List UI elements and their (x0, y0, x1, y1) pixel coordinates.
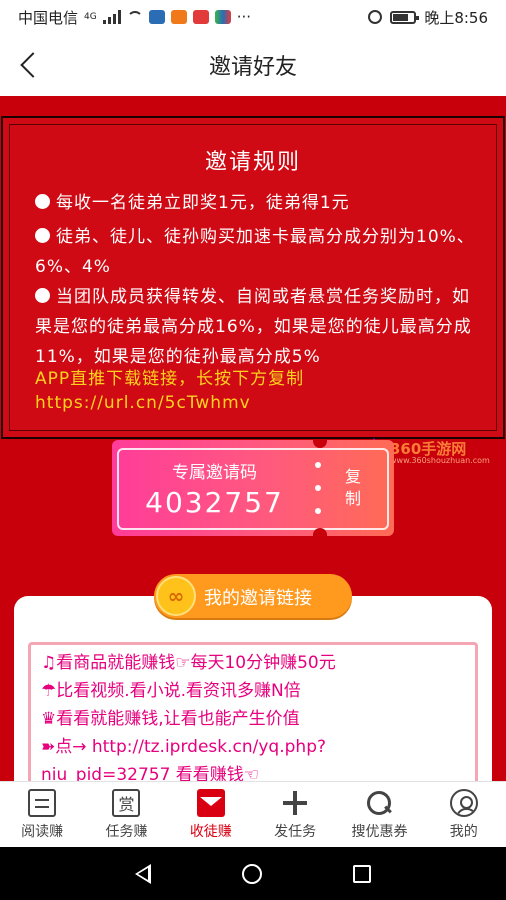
status-right: 晚上8:56 (368, 7, 488, 28)
rules-title: 邀请规则 (204, 150, 301, 175)
system-recents-icon[interactable] (352, 864, 371, 883)
invite-link-line: ♫看商品就能赚钱☞每天10分钟赚50元 (41, 653, 336, 673)
system-back-icon[interactable] (135, 863, 152, 884)
invite-link-line: ♛看看就能赚钱,让看也能产生价值 (41, 709, 300, 729)
invite-link-panel: ♫看商品就能赚钱☞每天10分钟赚50元 ☂比看视频.看小说.看资讯多赚N倍 ♛看… (14, 596, 492, 781)
link-icon: ∞ (156, 576, 196, 616)
nav-label: 搜优惠券 (351, 823, 408, 840)
orange-app-icon (170, 10, 187, 24)
clock: 晚上8:56 (424, 8, 488, 27)
red-app-icon (192, 10, 209, 24)
invite-link-line[interactable]: ➽点→ http://tz.iprdesk.cn/yq.php? (41, 733, 326, 761)
main-content[interactable]: 邀请规则 每收一名徒弟立即奖1元，徒弟得1元 徒弟、徒儿、徒孙购买加速卡最高分成… (0, 96, 506, 781)
gallery-app-icon (148, 10, 165, 24)
rule-item: 徒弟、徒儿、徒孙购买加速卡最高分成分别为10%、6%、4% (35, 227, 475, 277)
header-bar: 邀请好友 (0, 34, 506, 96)
watermark-site: www.360shouzhuan.com (390, 456, 490, 465)
download-url[interactable]: https://url.cn/5cTwhmv (35, 388, 480, 418)
more-notifications: ··· (236, 8, 252, 26)
envelope-icon (196, 788, 225, 817)
alarm-icon (368, 10, 383, 24)
nav-item-search-coupons[interactable]: 搜优惠券 (337, 782, 421, 847)
invite-link-line: ☂比看视频.看小说.看资讯多赚N倍 (41, 681, 301, 701)
nav-label: 收徒赚 (189, 823, 232, 840)
rule-item: 当团队成员获得转发、自阅或者悬赏任务奖励时，如果是您的徒弟最高分成16%，如果是… (35, 287, 472, 367)
signal-icon (102, 10, 121, 24)
invite-code-card: 专属邀请码 4032757 复制 (112, 440, 394, 536)
my-invite-link-label: 我的邀请链接 (204, 588, 312, 609)
carrier-name: 中国电信 (18, 8, 79, 27)
status-left: 中国电信 4G ··· (18, 7, 251, 28)
invite-code-value: 4032757 (145, 486, 284, 519)
ticket-notch-bottom (313, 528, 327, 536)
page-title: 邀请好友 (208, 55, 297, 80)
perforation-dots (314, 462, 322, 514)
user-icon (449, 788, 478, 817)
invite-rules-panel: 邀请规则 每收一名徒弟立即奖1元，徒弟得1元 徒弟、徒儿、徒孙购买加速卡最高分成… (1, 116, 505, 439)
nav-label: 我的 (449, 823, 478, 840)
bullet-icon (35, 194, 50, 209)
bullet-icon (35, 228, 50, 243)
ticket-notch-top (313, 440, 327, 448)
nav-label: 发任务 (274, 823, 317, 840)
search-icon (365, 789, 393, 817)
nav-item-recruit-earn[interactable]: 收徒赚 (169, 782, 253, 847)
system-home-icon[interactable] (241, 863, 262, 884)
invite-link-line[interactable]: niu_pid=32757 看看赚钱☜ (41, 761, 259, 781)
nav-item-task-earn[interactable]: 赏 任务赚 (84, 782, 168, 847)
nav-label: 阅读赚 (21, 823, 64, 840)
invite-code-label: 专属邀请码 (172, 463, 257, 483)
plus-icon (281, 789, 309, 817)
bullet-icon (35, 288, 50, 303)
colorful-app-icon (214, 10, 231, 24)
reward-icon: 赏 (112, 788, 141, 817)
copy-button[interactable]: 复制 (342, 466, 364, 510)
back-arrow-icon[interactable] (14, 50, 44, 80)
network-type: 4G (84, 12, 97, 22)
status-bar: 中国电信 4G ··· 晚上8:56 (0, 0, 506, 34)
my-invite-link-button[interactable]: ∞ 我的邀请链接 (154, 574, 352, 618)
battery-icon (390, 10, 420, 24)
nav-item-mine[interactable]: 我的 (422, 782, 506, 847)
document-icon (28, 788, 57, 817)
system-navigation-bar (0, 847, 506, 900)
rule-item: 每收一名徒弟立即奖1元，徒弟得1元 (35, 188, 480, 218)
wifi-icon (126, 11, 143, 23)
invite-link-box[interactable]: ♫看商品就能赚钱☞每天10分钟赚50元 ☂比看视频.看小说.看资讯多赚N倍 ♛看… (28, 642, 478, 781)
nav-item-read-earn[interactable]: 阅读赚 (0, 782, 84, 847)
nav-item-post-task[interactable]: 发任务 (253, 782, 337, 847)
nav-label: 任务赚 (105, 823, 148, 840)
bottom-navigation: 阅读赚 赏 任务赚 收徒赚 发任务 搜优惠券 我的 (0, 781, 506, 847)
